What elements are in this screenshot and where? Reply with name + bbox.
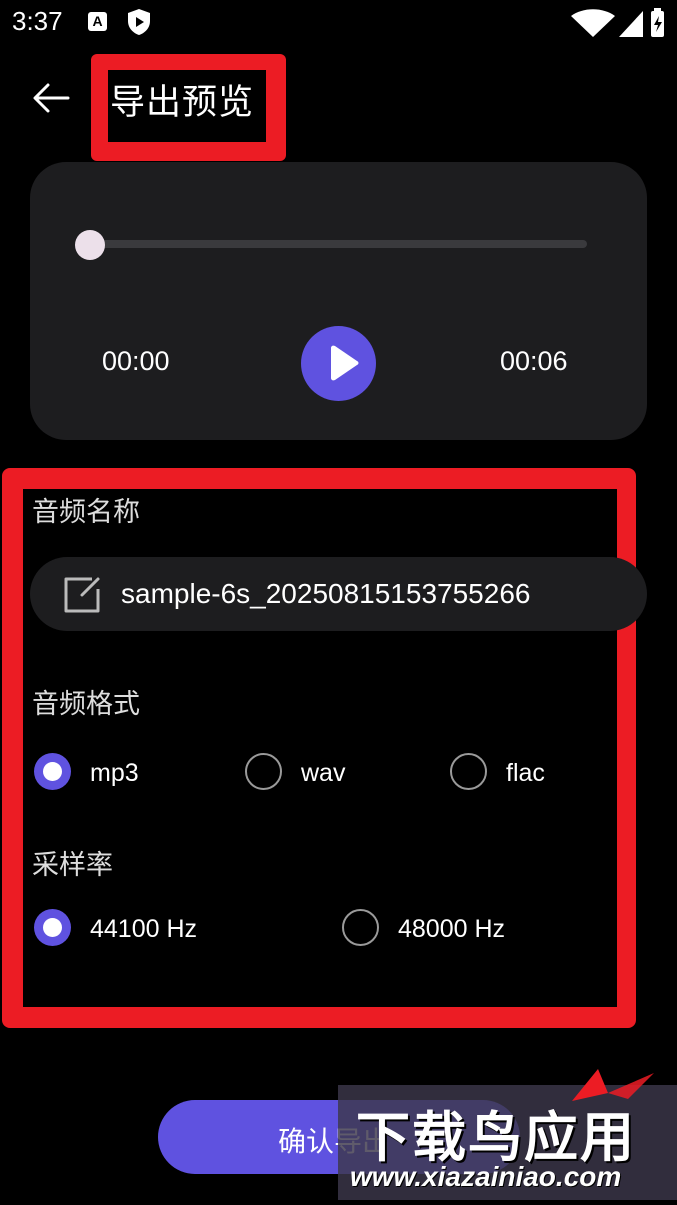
wifi-icon [571, 9, 615, 37]
radio-flac[interactable] [450, 753, 487, 790]
rate-option-label[interactable]: 44100 Hz [90, 915, 197, 944]
progress-thumb[interactable] [75, 230, 105, 260]
radio-48000[interactable] [342, 909, 379, 946]
rate-option-label[interactable]: 48000 Hz [398, 915, 505, 944]
a-notification-icon: A [88, 12, 107, 31]
play-icon [331, 345, 359, 381]
format-option-label[interactable]: wav [301, 759, 345, 788]
format-option-label[interactable]: mp3 [90, 759, 139, 788]
play-button[interactable] [301, 326, 376, 401]
progress-track[interactable] [90, 240, 587, 248]
status-time: 3:37 [12, 6, 63, 36]
watermark-url: www.xiazainiao.com [350, 1161, 622, 1192]
page-title: 导出预览 [110, 83, 255, 123]
radio-44100[interactable] [34, 909, 71, 946]
audio-name-label: 音频名称 [32, 497, 140, 528]
status-right-icons [571, 8, 664, 37]
sample-rate-label: 采样率 [32, 850, 113, 881]
total-time: 00:06 [500, 346, 568, 376]
audio-name-value[interactable]: sample-6s_20250815153755266 [121, 578, 530, 610]
battery-icon [651, 8, 664, 37]
radio-wav[interactable] [245, 753, 282, 790]
current-time: 00:00 [102, 346, 170, 376]
signal-icon [619, 11, 643, 37]
format-option-label[interactable]: flac [506, 759, 545, 788]
watermark: 下载鸟应用 www.xiazainiao.com [338, 1069, 677, 1205]
arrow-left-icon[interactable] [28, 74, 76, 122]
status-bar: 3:37 A [0, 0, 677, 46]
shield-icon [128, 9, 150, 35]
edit-icon [64, 577, 100, 613]
audio-format-label: 音频格式 [32, 689, 140, 720]
radio-mp3[interactable] [34, 753, 71, 790]
